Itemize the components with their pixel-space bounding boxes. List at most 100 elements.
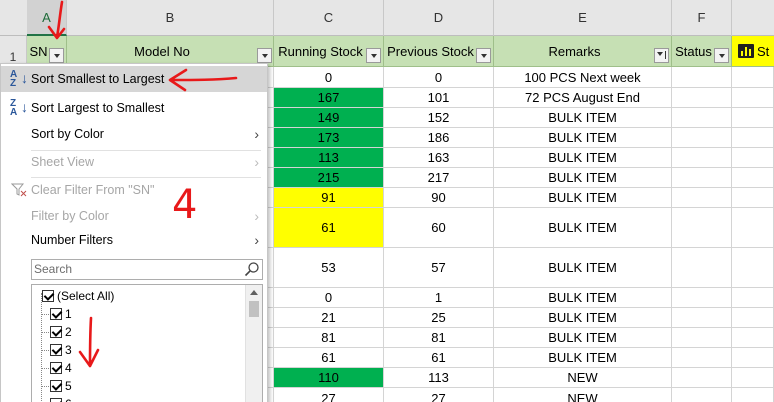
cell-status[interactable]	[672, 328, 732, 348]
cell-status[interactable]	[672, 248, 732, 288]
cell-status[interactable]	[672, 188, 732, 208]
filter-search-box[interactable]: Search	[31, 259, 263, 280]
cell-extra[interactable]	[732, 128, 774, 148]
cell-running-stock[interactable]: 61	[274, 348, 384, 368]
cell-previous-stock[interactable]: 186	[384, 128, 494, 148]
sort-by-color[interactable]: Sort by Color ›	[1, 121, 267, 147]
cell-extra[interactable]	[732, 148, 774, 168]
checkbox-checked[interactable]	[50, 362, 62, 374]
filter-value-item[interactable]: 5	[32, 377, 242, 395]
cell-extra[interactable]	[732, 328, 774, 348]
cell-running-stock[interactable]: 81	[274, 328, 384, 348]
previous-stock-filter-dropdown-button[interactable]	[476, 48, 491, 63]
cell-status[interactable]	[672, 208, 732, 248]
column-letter-f[interactable]: F	[672, 0, 732, 36]
cell-running-stock[interactable]: 21	[274, 308, 384, 328]
cell-remarks[interactable]: BULK ITEM	[494, 328, 672, 348]
cell-extra[interactable]	[732, 67, 774, 88]
cell-extra[interactable]	[732, 88, 774, 108]
filter-value-item[interactable]: 2	[32, 323, 242, 341]
cell-running-stock[interactable]: 27	[274, 388, 384, 402]
cell-extra[interactable]	[732, 108, 774, 128]
cell-status[interactable]	[672, 288, 732, 308]
cell-previous-stock[interactable]: 90	[384, 188, 494, 208]
cell-running-stock[interactable]: 167	[274, 88, 384, 108]
cell-running-stock[interactable]: 53	[274, 248, 384, 288]
cell-status[interactable]	[672, 368, 732, 388]
list-scrollbar[interactable]	[245, 285, 262, 402]
checkbox-checked[interactable]	[42, 290, 54, 302]
model-no-filter-dropdown-button[interactable]	[257, 48, 272, 63]
checkbox-checked[interactable]	[50, 308, 62, 320]
cell-remarks[interactable]: BULK ITEM	[494, 308, 672, 328]
sort-largest-to-smallest[interactable]: ZA ↓ Sort Largest to Smallest	[1, 95, 267, 121]
cell-previous-stock[interactable]: 81	[384, 328, 494, 348]
cell-previous-stock[interactable]: 57	[384, 248, 494, 288]
checkbox-checked[interactable]	[50, 326, 62, 338]
cell-running-stock[interactable]: 149	[274, 108, 384, 128]
cell-previous-stock[interactable]: 25	[384, 308, 494, 328]
cell-previous-stock[interactable]: 27	[384, 388, 494, 402]
cell-status[interactable]	[672, 168, 732, 188]
cell-status[interactable]	[672, 388, 732, 402]
cell-running-stock[interactable]: 91	[274, 188, 384, 208]
cell-remarks[interactable]: BULK ITEM	[494, 108, 672, 128]
column-letter-b[interactable]: B	[67, 0, 274, 36]
cell-previous-stock[interactable]: 0	[384, 67, 494, 88]
cell-running-stock[interactable]: 0	[274, 67, 384, 88]
column-letter-e[interactable]: E	[494, 0, 672, 36]
cell-extra[interactable]	[732, 208, 774, 248]
column-letter-a[interactable]: A	[27, 0, 67, 36]
cell-running-stock[interactable]: 0	[274, 288, 384, 308]
cell-running-stock[interactable]: 173	[274, 128, 384, 148]
cell-previous-stock[interactable]: 61	[384, 348, 494, 368]
column-letter-d[interactable]: D	[384, 0, 494, 36]
cell-status[interactable]	[672, 348, 732, 368]
filter-value-item[interactable]: 6	[32, 395, 242, 402]
running-stock-filter-dropdown-button[interactable]	[366, 48, 381, 63]
cell-remarks[interactable]: BULK ITEM	[494, 188, 672, 208]
scroll-up-icon[interactable]	[250, 290, 258, 295]
cell-extra[interactable]	[732, 168, 774, 188]
cell-remarks[interactable]: NEW	[494, 368, 672, 388]
cell-extra[interactable]	[732, 388, 774, 402]
cell-extra[interactable]	[732, 308, 774, 328]
cell-extra[interactable]	[732, 368, 774, 388]
checkbox-checked[interactable]	[50, 380, 62, 392]
cell-extra[interactable]	[732, 248, 774, 288]
scroll-thumb[interactable]	[249, 301, 259, 317]
cell-previous-stock[interactable]: 113	[384, 368, 494, 388]
cell-extra[interactable]	[732, 348, 774, 368]
cell-status[interactable]	[672, 148, 732, 168]
cell-remarks[interactable]: 72 PCS August End	[494, 88, 672, 108]
filter-value-item[interactable]: 1	[32, 305, 242, 323]
sort-smallest-to-largest[interactable]: AZ ↓ Sort Smallest to Largest	[1, 66, 267, 92]
cell-extra[interactable]	[732, 288, 774, 308]
remarks-filter-dropdown-button[interactable]	[654, 48, 669, 63]
cell-running-stock[interactable]: 113	[274, 148, 384, 168]
select-all-item[interactable]: (Select All)	[32, 287, 242, 305]
cell-remarks[interactable]: 100 PCS Next week	[494, 67, 672, 88]
cell-status[interactable]	[672, 88, 732, 108]
cell-remarks[interactable]: BULK ITEM	[494, 168, 672, 188]
cell-status[interactable]	[672, 108, 732, 128]
filter-value-item[interactable]: 4	[32, 359, 242, 377]
sn-filter-dropdown-button[interactable]	[49, 48, 64, 63]
cell-previous-stock[interactable]: 163	[384, 148, 494, 168]
cell-running-stock[interactable]: 110	[274, 368, 384, 388]
number-filters[interactable]: Number Filters ›	[1, 227, 267, 253]
cell-extra[interactable]	[732, 188, 774, 208]
cell-remarks[interactable]: BULK ITEM	[494, 128, 672, 148]
cell-remarks[interactable]: BULK ITEM	[494, 208, 672, 248]
cell-remarks[interactable]: BULK ITEM	[494, 248, 672, 288]
checkbox-checked[interactable]	[50, 344, 62, 356]
cell-remarks[interactable]: NEW	[494, 388, 672, 402]
cell-previous-stock[interactable]: 217	[384, 168, 494, 188]
cell-previous-stock[interactable]: 1	[384, 288, 494, 308]
cell-previous-stock[interactable]: 60	[384, 208, 494, 248]
cell-status[interactable]	[672, 67, 732, 88]
checkbox-checked[interactable]	[50, 398, 62, 402]
filter-value-item[interactable]: 3	[32, 341, 242, 359]
cell-remarks[interactable]: BULK ITEM	[494, 288, 672, 308]
column-letter-c[interactable]: C	[274, 0, 384, 36]
